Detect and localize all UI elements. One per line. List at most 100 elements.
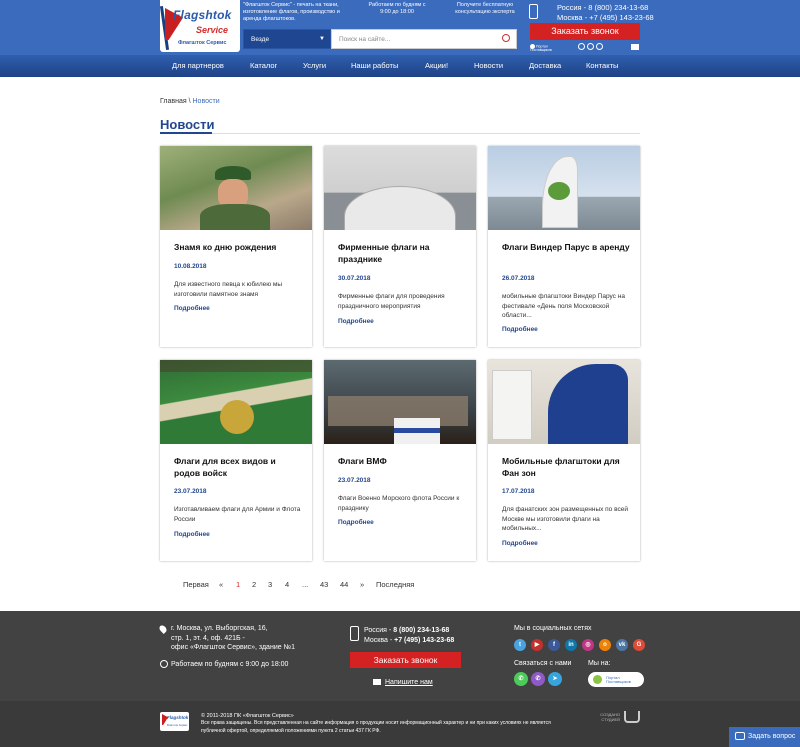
- read-more-link[interactable]: Подробнее: [338, 519, 374, 526]
- news-description: Для известного певца к юбилею мы изготов…: [174, 281, 283, 298]
- write-us-link[interactable]: Напишите нам: [385, 678, 433, 688]
- footer-hours: Работаем по будням с 9:00 до 18:00: [171, 661, 289, 668]
- telegram-icon[interactable]: [596, 43, 603, 50]
- twitter-icon[interactable]: t: [514, 639, 526, 651]
- logo-caption: Флагшток Сервис: [178, 40, 227, 46]
- logo-text: Flagshtok: [173, 8, 232, 22]
- news-card[interactable]: Флаги ВМФ 23.07.2018 Флаги Военно Морско…: [324, 360, 476, 561]
- search-scope-select[interactable]: Везде ▼: [243, 29, 331, 49]
- nav-item-promo[interactable]: Акции!: [425, 55, 448, 77]
- news-card[interactable]: Флаги Виндер Парус в аренду 26.07.2018 м…: [488, 146, 640, 347]
- call-order-button[interactable]: Заказать звонок: [530, 23, 640, 40]
- search-icon[interactable]: [502, 34, 510, 42]
- page-link[interactable]: 4: [285, 580, 289, 589]
- page-link[interactable]: 43: [320, 580, 328, 589]
- site-footer: г. Москва, ул. Выборгская, 16, стр. 1, э…: [0, 611, 800, 701]
- news-title[interactable]: Флаги ВМФ: [338, 456, 468, 468]
- news-description: Фирменные флаги для проведения праздничн…: [338, 293, 445, 310]
- header-phones: Россия - 8 (800) 234-13-68 Москва - +7 (…: [557, 3, 654, 22]
- footer-logo[interactable]: Flagshtok Флагшток Сервис: [160, 712, 189, 731]
- page-link[interactable]: 44: [340, 580, 348, 589]
- news-image[interactable]: [488, 360, 640, 444]
- news-title[interactable]: Флаги для всех видов и родов войск: [174, 456, 304, 479]
- clock-icon: [160, 660, 168, 668]
- nav-item-contacts[interactable]: Контакты: [586, 55, 618, 77]
- page-last[interactable]: Последняя: [376, 580, 414, 589]
- news-description: Для фанатских зон размещенных по всей Мо…: [502, 506, 628, 532]
- header-tagline: "Флагшток Сервис" - печать на ткани, изг…: [243, 2, 340, 22]
- google-icon[interactable]: G: [633, 639, 645, 651]
- page-link[interactable]: 1: [236, 580, 240, 589]
- studio-label: СОЗДАНО СТУДИЕЙ: [600, 712, 620, 722]
- site-header: Flagshtok Service Флагшток Сервис "Флагш…: [0, 0, 800, 55]
- linkedin-icon[interactable]: in: [565, 639, 577, 651]
- odnoklassniki-icon[interactable]: o: [599, 639, 611, 651]
- read-more-link[interactable]: Подробнее: [502, 326, 538, 333]
- phone-moscow[interactable]: Москва - +7 (495) 143-23-68: [557, 13, 654, 23]
- news-card[interactable]: Мобильные флагштоки для Фан зон 17.07.20…: [488, 360, 640, 561]
- news-card[interactable]: Флаги для всех видов и родов войск 23.07…: [160, 360, 312, 561]
- search-input[interactable]: Поиск на сайте...: [331, 29, 517, 49]
- page-next[interactable]: »: [360, 580, 364, 589]
- news-description: мобильные флагштоки Виндер Парус на фест…: [502, 293, 625, 319]
- news-title[interactable]: Знамя ко дню рождения: [174, 242, 304, 254]
- youtube-icon[interactable]: ▶: [531, 639, 543, 651]
- page-prev[interactable]: «: [219, 580, 223, 589]
- instagram-icon[interactable]: ◎: [582, 639, 594, 651]
- read-more-link[interactable]: Подробнее: [338, 318, 374, 325]
- news-title[interactable]: Мобильные флагштоки для Фан зон: [502, 456, 632, 479]
- header-consult[interactable]: Получите бесплатную консультацию эксперт…: [450, 2, 520, 16]
- nav-item-catalog[interactable]: Каталог: [250, 55, 277, 77]
- mail-icon[interactable]: [631, 44, 639, 50]
- portal-badge[interactable]: Портал Поставщиков: [588, 672, 644, 687]
- site-logo[interactable]: Flagshtok Service Флагшток Сервис: [160, 0, 240, 52]
- read-more-link[interactable]: Подробнее: [174, 305, 210, 312]
- facebook-icon[interactable]: f: [548, 639, 560, 651]
- portal-link[interactable]: Портал Поставщиков: [530, 44, 552, 52]
- page-link[interactable]: 2: [252, 580, 256, 589]
- news-image[interactable]: [324, 360, 476, 444]
- nav-item-partners[interactable]: Для партнеров: [172, 55, 224, 77]
- studio-logo-icon[interactable]: [624, 711, 640, 723]
- telegram-icon[interactable]: ➤: [548, 672, 562, 686]
- main-nav: Для партнеров Каталог Услуги Наши работы…: [0, 55, 800, 77]
- news-title[interactable]: Флаги Виндер Парус в аренду: [502, 242, 632, 254]
- footer-phone-russia[interactable]: 8 (800) 234-13-68: [393, 627, 449, 634]
- nav-item-delivery[interactable]: Доставка: [529, 55, 561, 77]
- whatsapp-icon[interactable]: ✆: [514, 672, 528, 686]
- news-image[interactable]: [488, 146, 640, 230]
- nav-item-services[interactable]: Услуги: [303, 55, 326, 77]
- viber-icon[interactable]: ✆: [531, 672, 545, 686]
- page-first[interactable]: Первая: [183, 580, 209, 589]
- nav-item-news[interactable]: Новости: [474, 55, 503, 77]
- pagination: Первая « 1 2 3 4 ... 43 44 » Последняя: [0, 580, 800, 592]
- news-image[interactable]: [160, 360, 312, 444]
- footer-call-button[interactable]: Заказать звонок: [350, 652, 461, 668]
- news-title[interactable]: Фирменные флаги на празднике: [338, 242, 468, 265]
- whatsapp-icon[interactable]: [578, 43, 585, 50]
- footer-address: г. Москва, ул. Выборгская, 16, стр. 1, э…: [171, 625, 295, 651]
- viber-icon[interactable]: [587, 43, 594, 50]
- news-description: Изготавливаем флаги для Армии и Флота Ро…: [174, 506, 301, 523]
- news-card[interactable]: Знамя ко дню рождения 10.08.2018 Для изв…: [160, 146, 312, 347]
- news-image[interactable]: [324, 146, 476, 230]
- phone-russia[interactable]: Россия - 8 (800) 234-13-68: [557, 3, 654, 13]
- footer-phone-moscow[interactable]: +7 (495) 143-23-68: [394, 637, 454, 644]
- read-more-link[interactable]: Подробнее: [502, 540, 538, 547]
- mail-icon: [373, 679, 381, 685]
- phone-icon: [350, 626, 359, 641]
- portal-icon: [593, 675, 602, 684]
- page-link[interactable]: 3: [268, 580, 272, 589]
- breadcrumb-home[interactable]: Главная: [160, 98, 187, 105]
- phone-icon: [529, 4, 538, 19]
- news-card[interactable]: Фирменные флаги на празднике 30.07.2018 …: [324, 146, 476, 347]
- ask-question-button[interactable]: Задать вопрос: [729, 727, 800, 747]
- news-description: Флаги Военно Морского флота России к пра…: [338, 495, 460, 512]
- chevron-down-icon: ▼: [319, 36, 325, 42]
- page-ellipsis: ...: [302, 580, 309, 589]
- read-more-link[interactable]: Подробнее: [174, 531, 210, 538]
- nav-item-works[interactable]: Наши работы: [351, 55, 398, 77]
- breadcrumb: Главная \ Новости: [160, 98, 220, 105]
- vk-icon[interactable]: vk: [616, 639, 628, 651]
- news-image[interactable]: [160, 146, 312, 230]
